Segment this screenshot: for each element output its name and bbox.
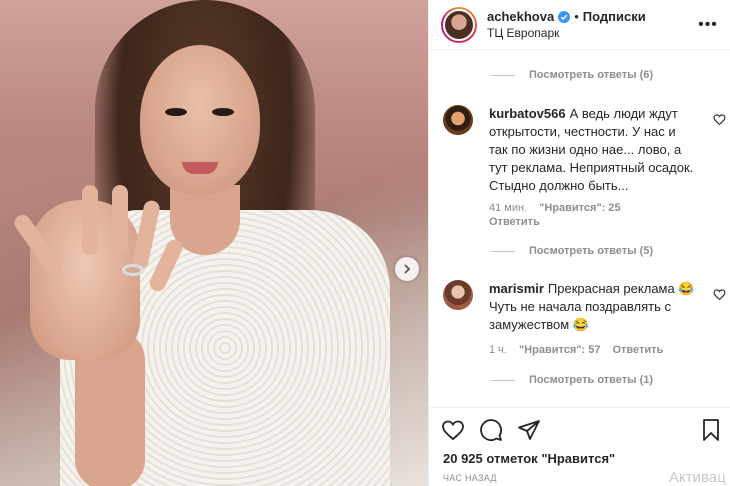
heart-icon[interactable] xyxy=(713,113,726,126)
comment-text: marismir Прекрасная реклама 😂 Чуть не нач… xyxy=(489,281,695,332)
bookmark-icon[interactable] xyxy=(699,418,723,442)
comment-time: 1 ч. xyxy=(489,344,507,356)
chevron-right-icon xyxy=(404,264,411,274)
heart-icon[interactable] xyxy=(441,418,465,442)
post-header: achekhova • Подписки ТЦ Европарк ••• xyxy=(429,0,730,50)
reply-button[interactable]: Ответить xyxy=(489,216,540,228)
photo-eye-left xyxy=(165,108,187,116)
share-icon[interactable] xyxy=(517,418,541,442)
comment-likes[interactable]: "Нравится": 25 xyxy=(539,202,620,214)
separator-dot: • xyxy=(574,9,579,24)
photo-ring xyxy=(122,264,144,276)
comment-likes[interactable]: "Нравится": 57 xyxy=(519,344,600,356)
post-photo xyxy=(0,0,428,486)
reply-button[interactable]: Ответить xyxy=(612,344,663,356)
likes-count: 20 925 отметок "Нравится" xyxy=(443,451,616,466)
commenter-username[interactable]: marismir xyxy=(489,281,544,296)
likes-link[interactable]: "Нравится" xyxy=(541,451,615,466)
view-replies-button[interactable]: Посмотреть ответы (5) xyxy=(491,245,653,257)
photo-finger xyxy=(82,185,98,255)
post-side-panel: achekhova • Подписки ТЦ Европарк ••• Пос… xyxy=(428,0,730,486)
comment-icon[interactable] xyxy=(479,418,503,442)
post-time: ЧАС НАЗАД xyxy=(443,473,497,483)
commenter-avatar[interactable] xyxy=(443,280,473,310)
comment-time: 41 мин. xyxy=(489,202,528,214)
photo-finger xyxy=(112,185,128,255)
verified-badge-icon xyxy=(558,10,571,23)
author-username[interactable]: achekhova xyxy=(487,9,554,24)
activation-watermark: Активац xyxy=(669,469,726,486)
next-photo-button[interactable] xyxy=(395,257,419,281)
post-location[interactable]: ТЦ Европарк xyxy=(487,26,696,40)
heart-icon[interactable] xyxy=(713,288,726,301)
comment-meta: 41 мин. "Нравится": 25 xyxy=(489,202,621,214)
view-replies-button[interactable]: Посмотреть ответы (1) xyxy=(491,374,653,386)
comment-meta: 1 ч. "Нравится": 57 Ответить xyxy=(489,344,663,356)
commenter-avatar[interactable] xyxy=(443,105,473,135)
photo-eye-right xyxy=(212,108,234,116)
following-button[interactable]: Подписки xyxy=(583,9,646,24)
more-options-icon[interactable]: ••• xyxy=(696,16,720,34)
commenter-username[interactable]: kurbatov566 xyxy=(489,106,566,121)
view-replies-button[interactable]: Посмотреть ответы (6) xyxy=(491,69,653,81)
comments-list: Посмотреть ответы (6) kurbatov566 А ведь … xyxy=(429,50,730,407)
comment-text: kurbatov566 А ведь люди ждут открытости, … xyxy=(489,106,694,193)
author-avatar[interactable] xyxy=(441,6,477,43)
